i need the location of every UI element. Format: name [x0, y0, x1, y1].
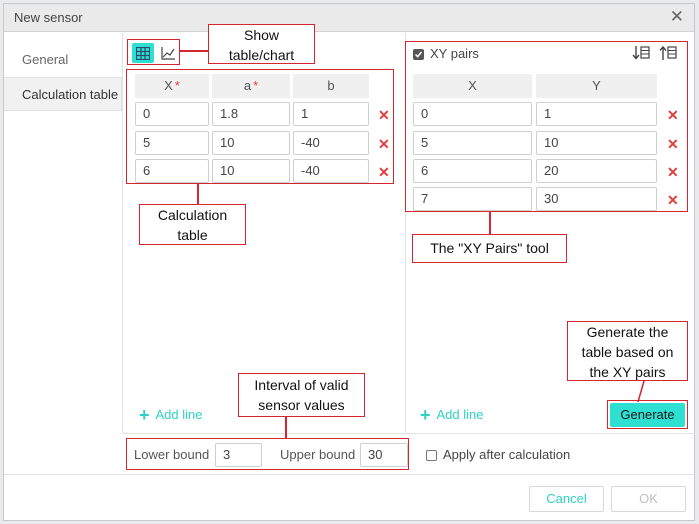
dialog-title: New sensor [14, 10, 83, 25]
callout-generate: Generate the table based on the XY pairs [567, 321, 688, 381]
callout-line: Calculation [157, 207, 228, 223]
callout-show-table-chart: Show table/chart [208, 24, 315, 64]
callout-connector [285, 417, 287, 438]
cancel-button[interactable]: Cancel [529, 486, 604, 512]
annotation-box-calculation-table [126, 69, 394, 184]
callout-line: sensor values [258, 397, 345, 413]
xy-add-line-button[interactable]: + Add line [420, 405, 484, 426]
footer-divider [4, 474, 695, 475]
callout-connector [197, 184, 199, 204]
bounds-divider-top [123, 433, 695, 434]
sidebar: General Calculation table [4, 33, 123, 433]
callout-line: Show [243, 27, 280, 43]
add-line-button[interactable]: + Add line [139, 405, 203, 426]
annotation-box-view-toggle [127, 39, 180, 65]
annotation-box-generate [607, 400, 688, 429]
annotation-box-bounds [126, 438, 409, 470]
callout-interval: Interval of valid sensor values [238, 373, 365, 417]
ok-button[interactable]: OK [611, 486, 686, 512]
annotation-box-xy-pairs [405, 41, 688, 212]
close-icon[interactable]: ✕ [670, 7, 684, 27]
apply-after-checkbox[interactable] [426, 450, 437, 461]
callout-line: table based on [581, 344, 674, 360]
sidebar-item-general[interactable]: General [4, 43, 122, 77]
sidebar-item-calculation-table[interactable]: Calculation table [4, 77, 122, 111]
callout-connector [180, 50, 208, 52]
dialog-titlebar: New sensor ✕ [4, 4, 694, 32]
callout-line: the XY pairs [589, 364, 666, 380]
callout-line: Generate the [586, 324, 669, 340]
callout-connector [489, 212, 491, 234]
callout-line: Interval of valid [254, 377, 349, 393]
callout-line: table/chart [228, 47, 295, 63]
callout-xy-pairs-tool: The "XY Pairs" tool [412, 234, 567, 263]
callout-calculation-table: Calculation table [139, 204, 246, 245]
callout-line: table [177, 227, 208, 243]
apply-after-label: Apply after calculation [443, 447, 571, 462]
